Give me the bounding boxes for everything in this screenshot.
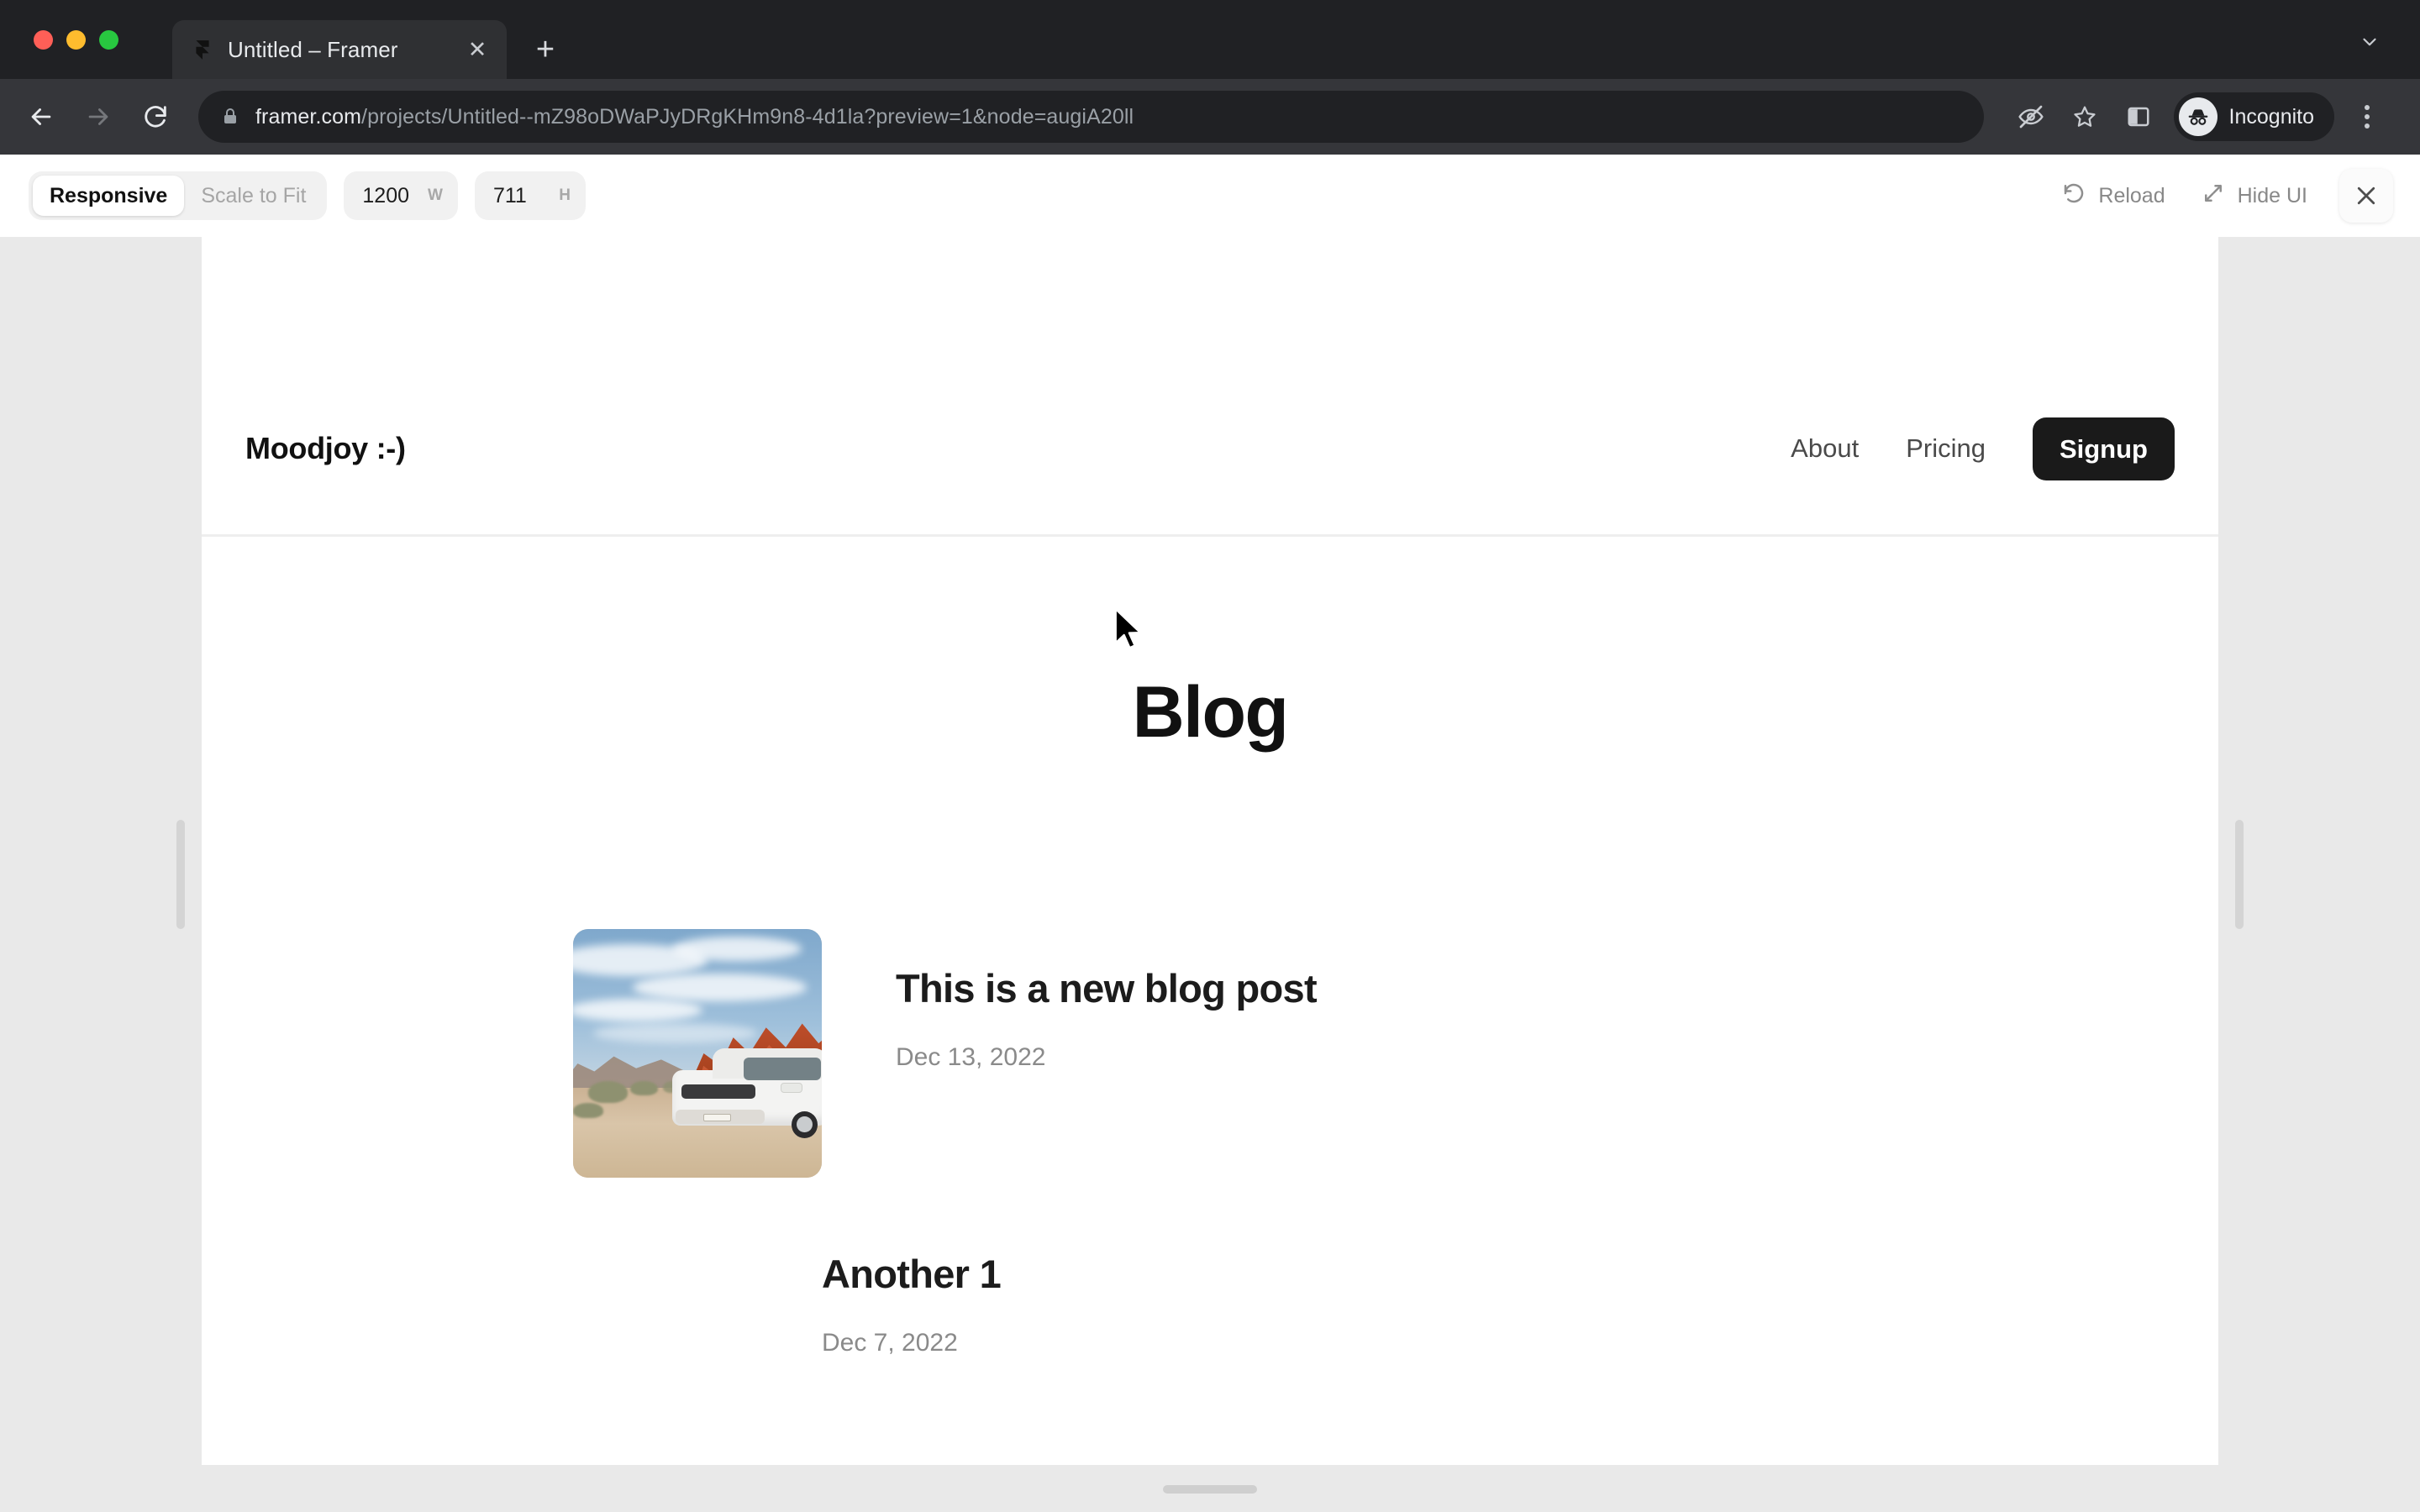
expand-arrow-icon: [2201, 181, 2226, 212]
preview-height-unit: H: [559, 186, 571, 204]
browser-window: Untitled – Framer ✕ + framer.com/project…: [0, 0, 2420, 1512]
close-preview-button[interactable]: [2339, 169, 2393, 223]
framer-toolbar-actions: Reload Hide UI: [2049, 169, 2393, 223]
lock-icon: [220, 107, 240, 127]
blog-post-date: Dec 13, 2022: [896, 1043, 1046, 1072]
framer-preview-toolbar: Responsive Scale to Fit 1200 W 711 H Rel…: [0, 155, 2420, 237]
close-icon[interactable]: ✕: [463, 35, 492, 64]
blog-post-date: Dec 7, 2022: [822, 1329, 958, 1357]
hide-ui-button[interactable]: Hide UI: [2189, 171, 2319, 220]
toolbar-icons: Incognito: [2006, 92, 2390, 142]
preview-width-unit: W: [428, 186, 443, 204]
preview-mode-scale-to-fit[interactable]: Scale to Fit: [184, 176, 323, 216]
signup-button[interactable]: Signup: [2032, 417, 2175, 480]
reload-icon[interactable]: [129, 91, 182, 143]
tab-title: Untitled – Framer: [228, 36, 398, 62]
url-domain: framer.com: [255, 104, 362, 129]
chevron-down-icon[interactable]: [2353, 25, 2386, 59]
reload-label: Reload: [2098, 183, 2165, 207]
new-tab-button[interactable]: +: [522, 26, 569, 73]
eye-off-icon[interactable]: [2006, 92, 2056, 142]
url-path: /projects/Untitled--mZ98oDWaPJyDRgKHm9n8…: [361, 104, 1134, 129]
page-title: Blog: [1132, 672, 1289, 753]
profile-label: Incognito: [2228, 104, 2314, 129]
resize-handle-right[interactable]: [2235, 820, 2244, 929]
site-navbar: Moodjoy :-) About Pricing Signup: [202, 237, 2218, 537]
nav-link-about[interactable]: About: [1791, 433, 1859, 464]
nav-link-pricing[interactable]: Pricing: [1906, 433, 1986, 464]
blog-post-title[interactable]: Another 1: [822, 1252, 1002, 1297]
site-nav-links: About Pricing Signup: [1791, 417, 2175, 480]
minimize-window-button[interactable]: [66, 30, 86, 50]
desert-suv-photo: [573, 929, 822, 1178]
incognito-icon: [2178, 97, 2217, 136]
address-bar[interactable]: framer.com/projects/Untitled--mZ98oDWaPJ…: [198, 91, 1984, 143]
preview-width-field[interactable]: 1200 W: [344, 171, 458, 220]
blog-post-list: This is a new blog post Dec 13, 2022 Ano…: [245, 929, 2175, 1357]
preview-height-field[interactable]: 711 H: [474, 171, 586, 220]
resize-handle-bottom[interactable]: [1163, 1485, 1257, 1494]
blog-post-item[interactable]: Another 1 Dec 7, 2022: [245, 1252, 2175, 1357]
star-icon[interactable]: [2060, 92, 2110, 142]
preview-mode-responsive[interactable]: Responsive: [33, 176, 185, 216]
resize-handle-left[interactable]: [176, 820, 185, 929]
hide-ui-label: Hide UI: [2237, 183, 2307, 207]
profile-chip[interactable]: Incognito: [2173, 92, 2334, 141]
arrow-right-icon[interactable]: [72, 91, 124, 143]
preview-width-value: 1200: [362, 183, 410, 207]
arrow-left-icon[interactable]: [15, 91, 67, 143]
site-logo[interactable]: Moodjoy :-): [245, 431, 406, 466]
framer-logo-icon: [191, 38, 214, 61]
side-panel-icon[interactable]: [2113, 92, 2164, 142]
site-body: Blog This is a new blog post Dec 13, 202…: [202, 671, 2218, 1357]
tab-strip: Untitled – Framer ✕ +: [0, 0, 2420, 79]
browser-tab[interactable]: Untitled – Framer ✕: [172, 20, 507, 79]
reload-icon: [2061, 181, 2086, 212]
preview-mode-segmented-control: Responsive Scale to Fit: [29, 171, 328, 220]
blog-post-item[interactable]: This is a new blog post Dec 13, 2022: [245, 929, 2175, 1178]
maximize-window-button[interactable]: [99, 30, 118, 50]
preview-height-value: 711: [492, 183, 527, 207]
kebab-menu-icon[interactable]: [2344, 94, 2390, 139]
site-preview-frame: Moodjoy :-) About Pricing Signup Blog Th…: [202, 237, 2218, 1465]
blog-post-title[interactable]: This is a new blog post: [896, 966, 1318, 1011]
preview-canvas: Moodjoy :-) About Pricing Signup Blog Th…: [0, 237, 2420, 1512]
reload-preview-button[interactable]: Reload: [2049, 171, 2176, 220]
close-window-button[interactable]: [34, 30, 53, 50]
window-traffic-lights: [34, 30, 118, 50]
browser-toolbar: framer.com/projects/Untitled--mZ98oDWaPJ…: [0, 79, 2420, 155]
address-bar-url: framer.com/projects/Untitled--mZ98oDWaPJ…: [255, 105, 1134, 129]
